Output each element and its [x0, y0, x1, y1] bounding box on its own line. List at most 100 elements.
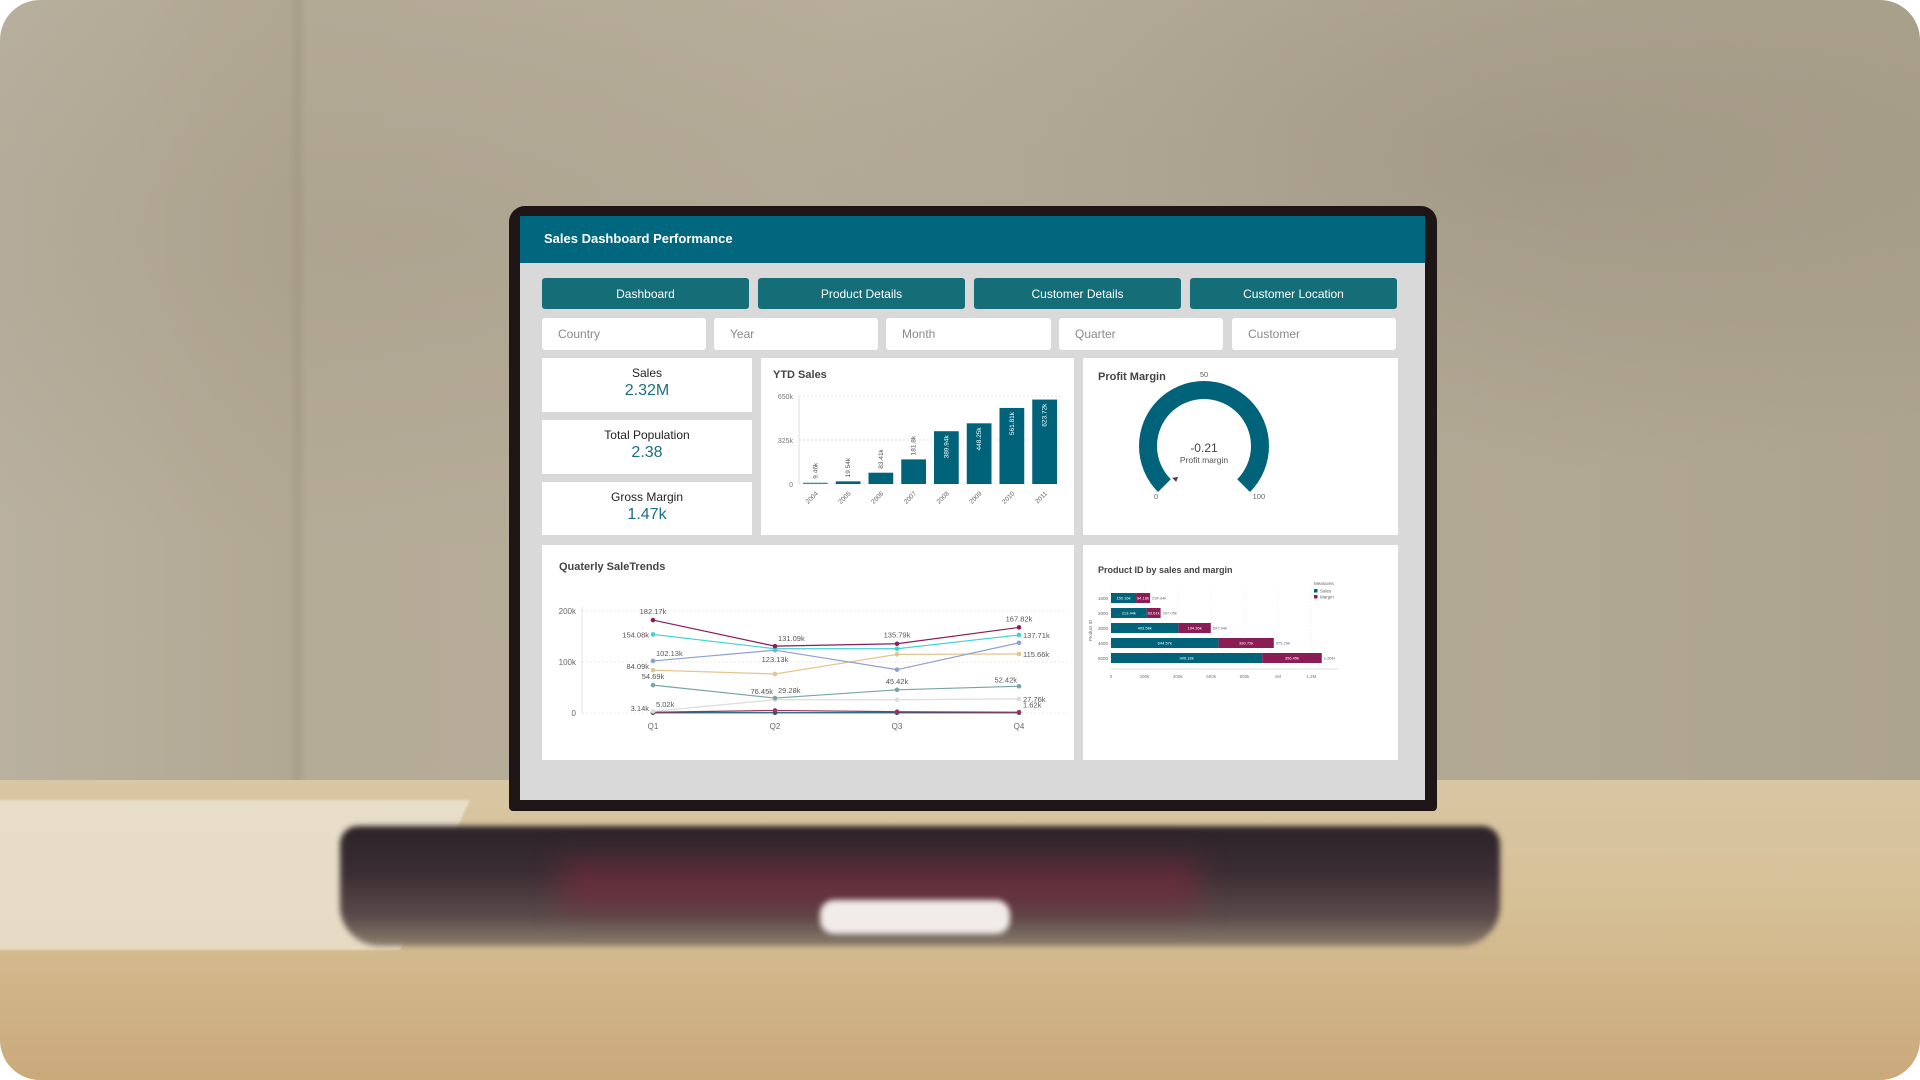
kpi-label: Gross Margin: [610, 490, 684, 504]
gauge-max-label: 100: [1253, 492, 1266, 501]
trend-point: [1016, 625, 1022, 630]
x-tick-label: 2006: [870, 490, 885, 505]
x-tick-label: 2007: [903, 490, 918, 505]
trend-point: [1016, 696, 1022, 702]
trend-point: [894, 709, 900, 715]
quarter-filter[interactable]: Quarter: [1059, 318, 1223, 350]
product-bar-label: 356.45k: [1285, 656, 1299, 661]
trend-line-series-3: [652, 642, 1020, 671]
legend-title: Measures: [1314, 581, 1335, 586]
country-filter[interactable]: Country: [542, 318, 706, 350]
x-tick-label: 1.2M: [1306, 674, 1316, 679]
y-tick-label: 650k: [778, 394, 794, 401]
trend-data-label: 102.13k: [656, 649, 683, 658]
trend-data-label: 76.45k: [750, 687, 773, 696]
trend-line-series-6: [652, 698, 1020, 712]
x-tick-label: 400k: [1173, 674, 1184, 679]
app-title: Sales Dashboard Performance: [544, 231, 733, 246]
product-bar-label: 906.18k: [1180, 656, 1194, 661]
nav-customer-location-button[interactable]: Customer Location: [1190, 278, 1397, 309]
x-tick-label: 2005: [837, 490, 852, 505]
y-tick-label: 4000: [1098, 641, 1109, 646]
trend-data-label: 45.42k: [886, 677, 909, 686]
x-tick-label: 2004: [805, 490, 820, 505]
y-tick-label: 1000: [1098, 596, 1109, 601]
trend-point: [894, 687, 900, 693]
gauge-min-label: 0: [1154, 492, 1158, 501]
trend-line-series-1: [652, 619, 1020, 647]
month-filter[interactable]: Month: [886, 318, 1051, 350]
gauge-caption: Profit margin: [1180, 455, 1228, 465]
trend-point: [772, 708, 778, 713]
product-total-label: 975.29k: [1276, 641, 1290, 646]
ytd-bar-label: 561.81k: [1009, 411, 1016, 435]
trend-data-label: 5.02k: [656, 700, 675, 709]
trend-point: [650, 617, 656, 623]
trend-data-label: 131.09k: [778, 634, 805, 643]
gauge-needle-marker: [1172, 476, 1179, 482]
trend-data-label: 29.28k: [778, 686, 801, 695]
y-tick-label: 2000: [1098, 611, 1109, 616]
product-total-label: 234.34k: [1152, 596, 1166, 601]
trend-data-label: 115.66k: [1023, 650, 1049, 659]
y-tick-label: 200k: [559, 607, 577, 616]
legend-swatch: [1314, 595, 1318, 599]
ytd-bar: [901, 459, 926, 484]
ytd-bar: [803, 482, 828, 484]
trend-data-label: 167.82k: [1006, 614, 1033, 623]
nav-customer-details-button[interactable]: Customer Details: [974, 278, 1181, 309]
ytd-bar-label: 389.94k: [943, 434, 950, 458]
product-bar-label: 330.72k: [1239, 641, 1253, 646]
trend-point: [1016, 709, 1022, 715]
x-tick-label: Q1: [648, 722, 659, 731]
ytd-sales-card: YTD Sales 0 325k 650k 9.46k 2004 19.54k 2005 83…: [761, 358, 1074, 535]
y-tick-label: 3000: [1098, 626, 1109, 631]
trackpad-glow: [820, 900, 1010, 934]
trend-point: [1016, 683, 1022, 689]
trend-data-label: 154.08k: [622, 630, 649, 639]
gauge-mid-label: 50: [1200, 370, 1208, 379]
nav-product-details-button[interactable]: Product Details: [758, 278, 965, 309]
trend-data-label: 123.13k: [762, 655, 789, 664]
trend-data-label: 3.14k: [631, 704, 650, 713]
ytd-sales-chart: 0 325k 650k 9.46k 2004 19.54k 2005 83.41k 2006 18…: [778, 394, 1061, 506]
legend-label: Margin: [1320, 595, 1334, 600]
kpi-value: 2.32M: [624, 382, 670, 399]
trend-point: [650, 658, 656, 664]
x-tick-label: Q4: [1014, 722, 1025, 731]
trend-point: [894, 697, 900, 703]
trend-line-series-5: [652, 684, 1020, 699]
gauge-arc: [1139, 381, 1269, 492]
ytd-bar-label: 83.41k: [878, 448, 885, 468]
trend-point: [772, 695, 778, 701]
kpi-card-total-population: Total Population 2.38: [542, 420, 752, 474]
trend-data-label: 54.69k: [642, 672, 665, 681]
product-bar-label: 194.36k: [1187, 626, 1201, 631]
nav-dashboard-button[interactable]: Dashboard: [542, 278, 749, 309]
kpi-value: 1.47k: [627, 506, 667, 523]
x-tick-label: 2010: [1001, 490, 1016, 505]
year-filter[interactable]: Year: [714, 318, 878, 350]
trend-data-label: 135.79k: [884, 631, 911, 640]
customer-filter[interactable]: Customer: [1232, 318, 1396, 350]
trend-data-label: 1.62k: [1023, 701, 1042, 710]
profit-margin-card: Profit Margin 0 50 100 -0.21 Profit margin: [1083, 358, 1398, 535]
kpi-card-sales: Sales 2.32M: [542, 358, 752, 412]
trend-point: [772, 671, 778, 677]
x-tick-label: Q3: [892, 722, 903, 731]
trend-point: [1016, 651, 1022, 657]
ytd-bar: [868, 472, 894, 484]
trend-line-series-7: [652, 709, 1020, 713]
product-bar-label: 213.44k: [1122, 611, 1136, 616]
x-tick-label: 600k: [1206, 674, 1217, 679]
kpi-label: Total Population: [604, 428, 690, 442]
product-bar-label: 150.16k: [1116, 596, 1130, 601]
gauge-value: -0.21: [1190, 441, 1218, 455]
x-tick-label: 800k: [1240, 674, 1251, 679]
trend-data-label: 182.17k: [640, 607, 667, 616]
y-tick-label: 5000: [1098, 656, 1109, 661]
trend-point: [650, 709, 656, 714]
trend-point: [894, 641, 900, 647]
profit-margin-gauge: 0 50 100 -0.21Profit margin: [1139, 370, 1269, 501]
ytd-bar-label: 448.25k: [976, 427, 983, 451]
